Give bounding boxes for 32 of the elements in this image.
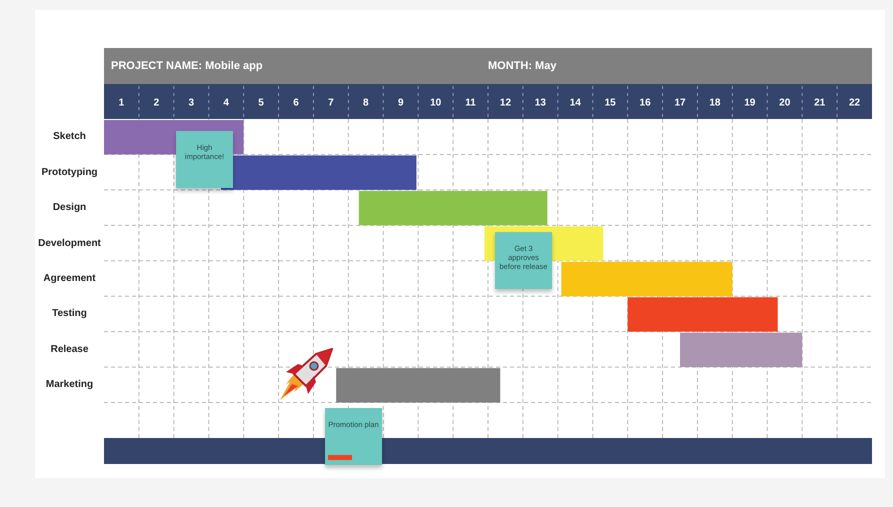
- month-label: MONTH: May: [488, 60, 556, 72]
- day-number: 6: [293, 98, 299, 108]
- task-label: Testing: [51, 307, 88, 322]
- task-label: Development: [37, 236, 102, 251]
- task-label: Sketch: [52, 130, 87, 144]
- day-number: 12: [500, 98, 512, 108]
- day-number: 21: [814, 98, 826, 108]
- day-number: 18: [709, 98, 720, 108]
- day-number: 16: [640, 98, 651, 108]
- task-label: Design: [52, 201, 88, 216]
- day-number: 7: [328, 98, 334, 108]
- day-number: 10: [430, 98, 442, 108]
- day-number: 8: [363, 98, 369, 108]
- day-number: 13: [534, 98, 546, 108]
- day-number: 3: [188, 98, 194, 108]
- day-number: 11: [465, 98, 476, 108]
- day-number: 20: [779, 98, 790, 108]
- task-label: Marketing: [44, 378, 94, 392]
- task-label: Release: [50, 342, 90, 357]
- day-number: 2: [154, 98, 160, 108]
- day-number: 9: [398, 98, 404, 108]
- day-number: 1: [118, 98, 124, 108]
- day-number: 14: [570, 98, 581, 108]
- day-number: 15: [604, 98, 616, 108]
- day-number: 5: [258, 98, 264, 108]
- day-number: 17: [674, 98, 686, 108]
- day-number: 4: [223, 98, 229, 108]
- day-number: 22: [848, 98, 860, 108]
- task-label: Agreement: [42, 272, 97, 286]
- day-number: 19: [744, 98, 756, 108]
- project-name: PROJECT NAME: Mobile app: [110, 60, 264, 72]
- task-label: Prototyping: [40, 166, 99, 180]
